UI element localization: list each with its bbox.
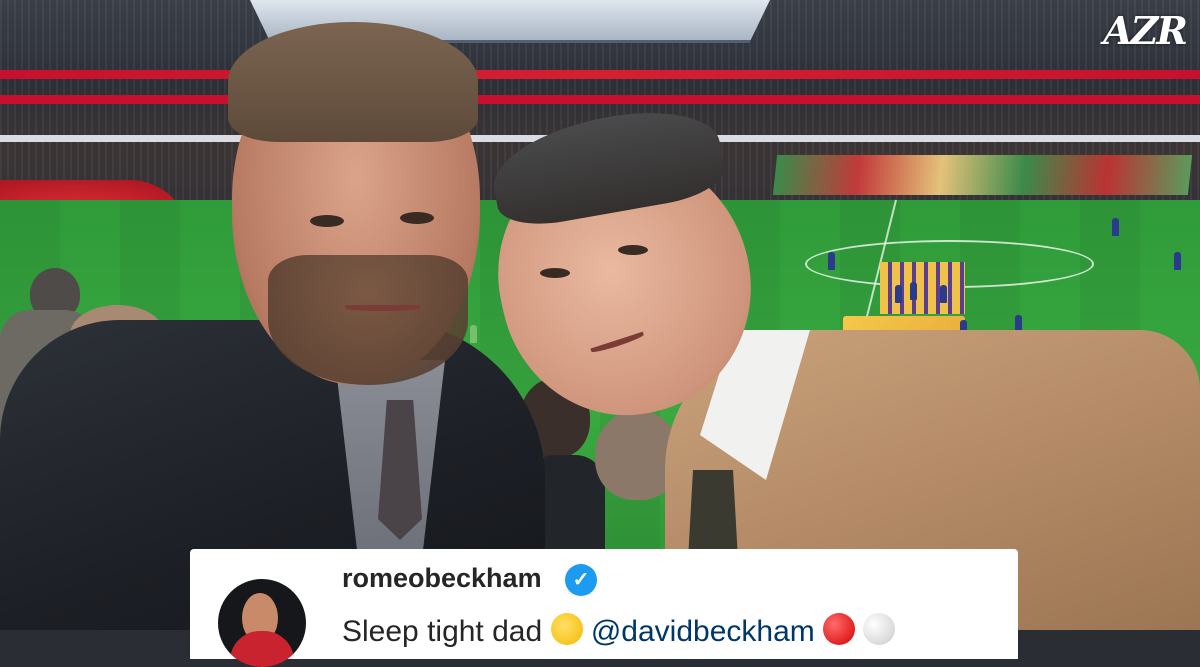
dad-beard	[268, 255, 468, 385]
player	[895, 285, 902, 303]
player	[470, 325, 477, 343]
instagram-caption-card: romeobeckham ✓ Sleep tight dad @davidbec…	[190, 549, 1018, 667]
son-eye	[618, 245, 648, 255]
advertising-band	[0, 95, 1200, 104]
verified-badge-icon: ✓	[565, 564, 597, 596]
caption-text: Sleep tight dad	[342, 615, 543, 648]
profile-avatar[interactable]	[218, 579, 306, 667]
player	[1112, 218, 1119, 236]
post-caption: Sleep tight dad @davidbeckham	[342, 613, 896, 649]
player	[828, 252, 835, 270]
player	[910, 282, 917, 300]
mention-link[interactable]: @davidbeckham	[591, 615, 815, 648]
dad-eye	[400, 212, 434, 224]
son-eye	[540, 268, 570, 278]
player	[1174, 252, 1181, 270]
crowd-tifo	[772, 155, 1193, 195]
son-tie	[688, 470, 738, 560]
dad-eye	[310, 215, 344, 227]
photo: Premier League AZR	[0, 0, 1200, 630]
dad-hair	[228, 22, 478, 142]
watermark-logo: AZR	[1103, 8, 1188, 53]
post-username[interactable]: romeobeckham	[342, 563, 542, 594]
dad-mouth	[345, 305, 420, 311]
advertising-band	[0, 70, 1200, 79]
avatar-shirt	[230, 631, 294, 667]
face-with-tear-icon	[550, 613, 583, 645]
premier-league-sign	[880, 262, 965, 314]
red-circle-icon	[823, 613, 856, 645]
player	[940, 285, 947, 303]
white-circle-icon	[863, 613, 896, 645]
